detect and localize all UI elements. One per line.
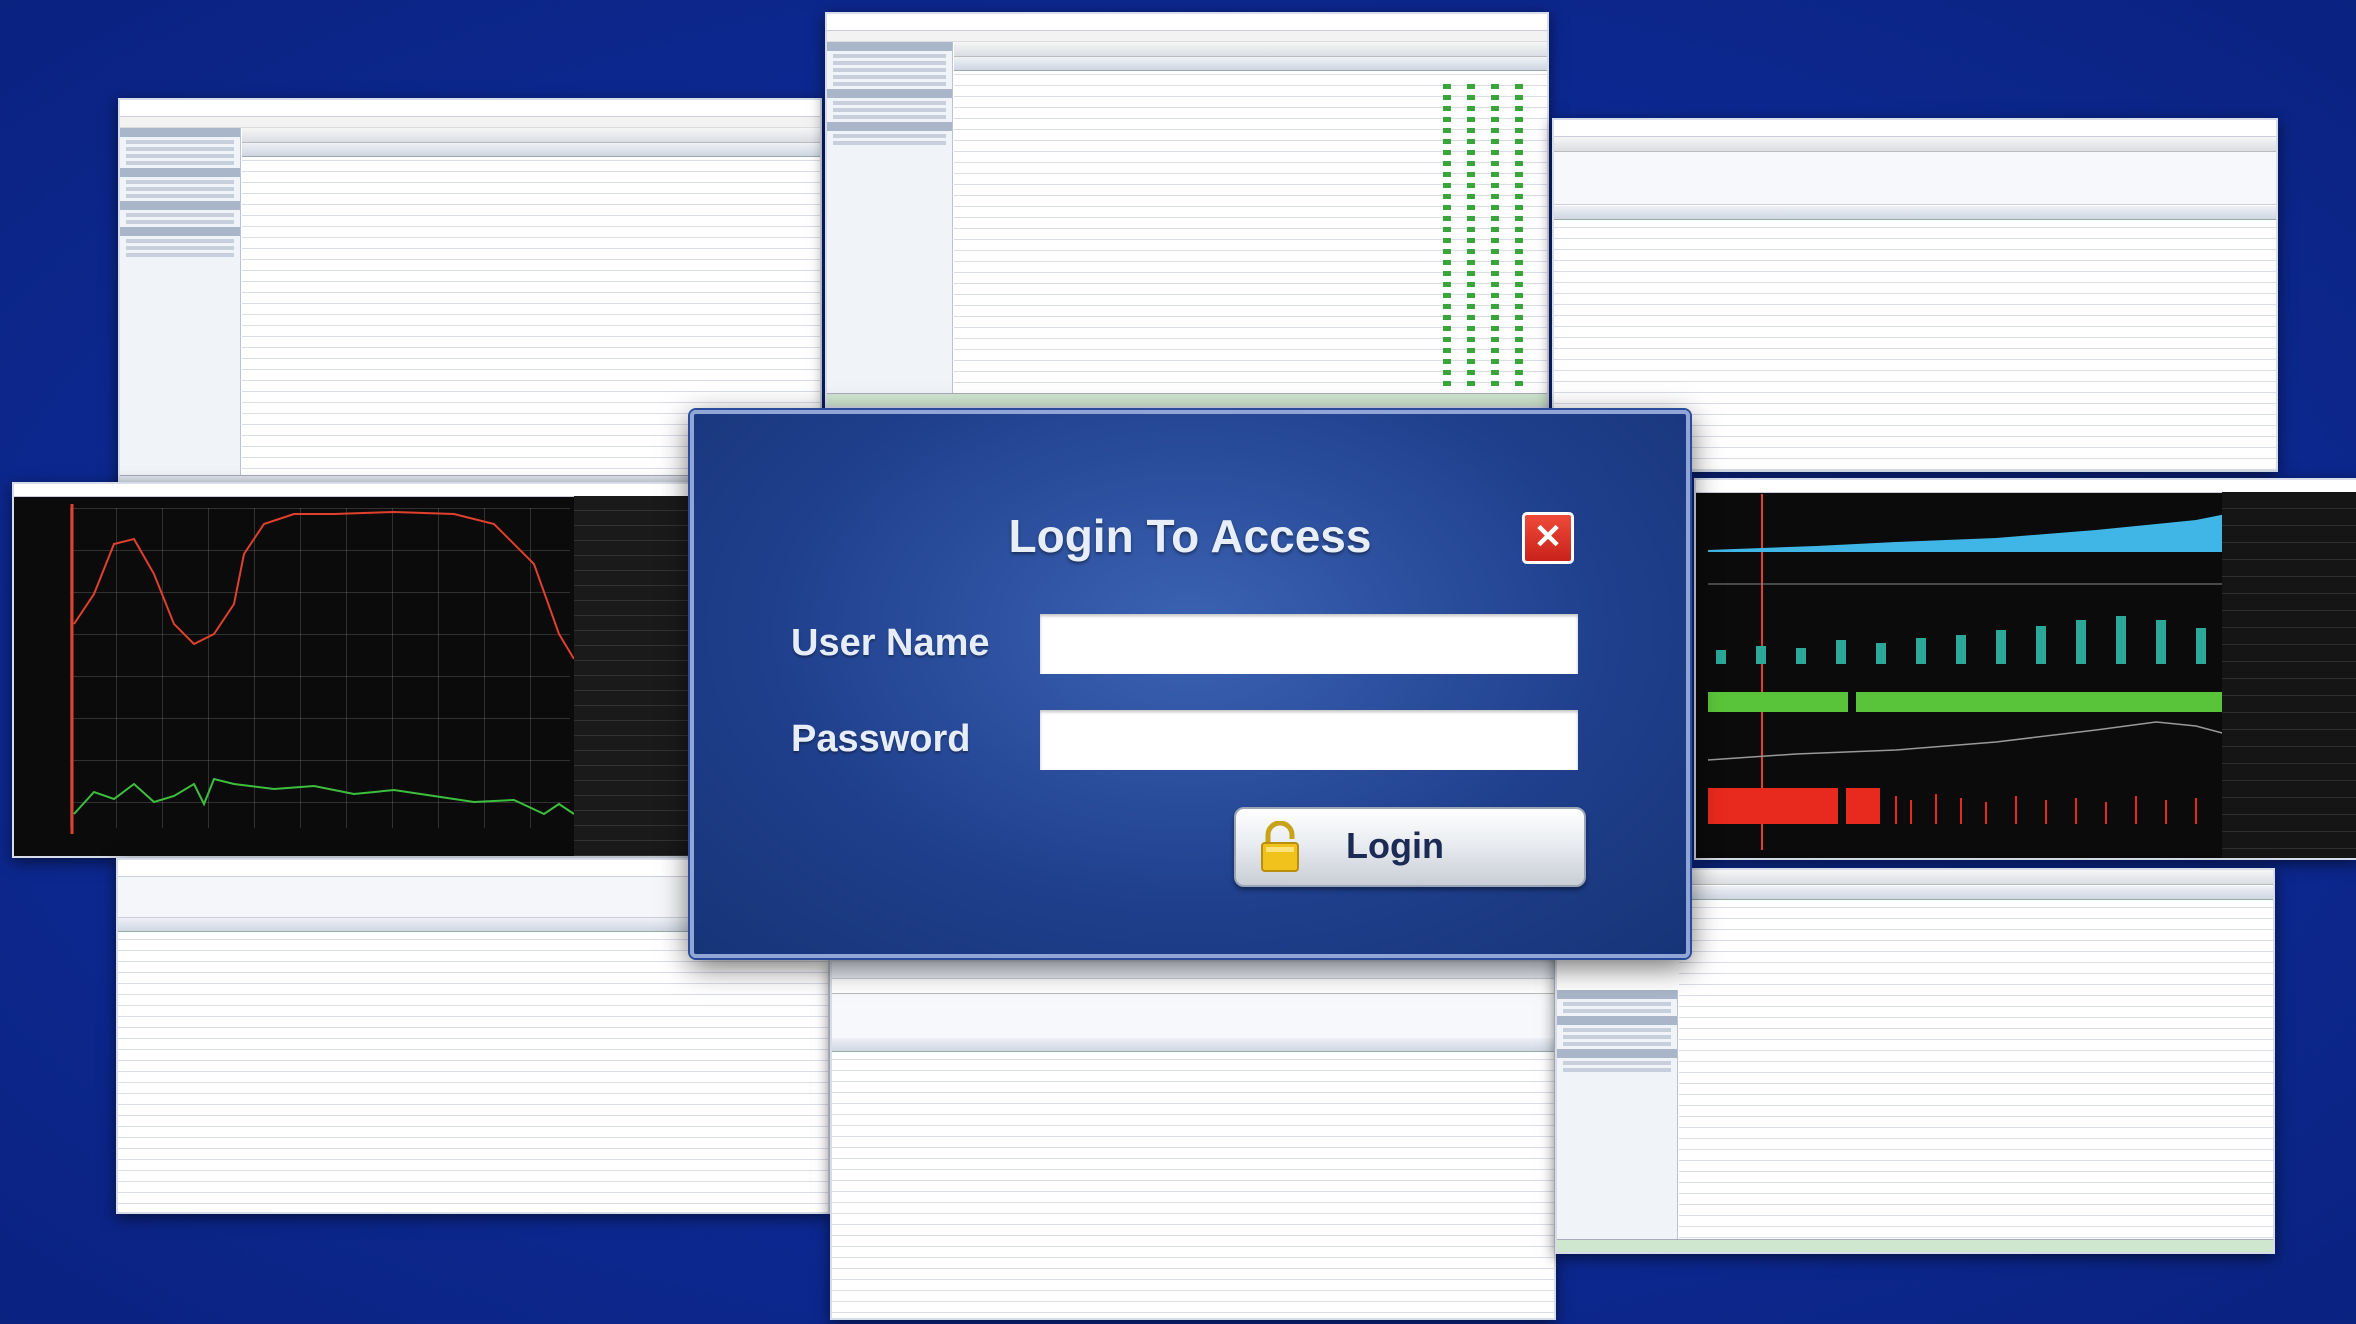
login-dialog: Login To Access ✕ User Name Password Log… — [690, 410, 1690, 958]
window-sidebar — [120, 128, 241, 476]
window-toolbar — [832, 979, 1554, 994]
window-titlebar — [1554, 120, 2276, 137]
chart-legend-panel — [574, 496, 696, 856]
data-table-window — [825, 12, 1549, 408]
login-button[interactable]: Login — [1234, 807, 1586, 887]
activity-log-table — [118, 918, 828, 1212]
window-menubar — [827, 31, 1547, 42]
alarm-log-window — [830, 960, 1556, 1320]
username-label: User Name — [791, 622, 990, 664]
multi-trend-window — [1694, 478, 2356, 860]
filter-panel — [1554, 152, 2276, 205]
close-icon: ✕ — [1533, 518, 1563, 556]
password-label: Password — [791, 718, 971, 760]
padlock-icon — [1261, 821, 1299, 872]
trend-chart-window — [12, 482, 698, 858]
login-button-label: Login — [1346, 825, 1444, 866]
password-input[interactable] — [1040, 710, 1578, 770]
operations-table — [1679, 886, 2273, 1240]
close-button[interactable]: ✕ — [1522, 512, 1574, 564]
status-indicator-column — [1443, 84, 1533, 386]
window-titlebar — [120, 100, 820, 117]
status-bar — [827, 393, 1547, 406]
filter-panel — [832, 994, 1554, 1039]
alarm-table — [832, 1038, 1554, 1318]
window-toolbar — [1679, 870, 2273, 885]
window-sidebar — [827, 42, 953, 394]
username-input[interactable] — [1040, 614, 1578, 674]
status-bar — [1557, 1239, 2273, 1252]
window-titlebar — [832, 962, 1554, 979]
window-menubar — [120, 117, 820, 128]
window-sidebar — [1557, 990, 1678, 1240]
chart-legend-panel — [2222, 492, 2356, 858]
window-toolbar — [1554, 137, 2276, 152]
window-titlebar — [827, 14, 1547, 31]
